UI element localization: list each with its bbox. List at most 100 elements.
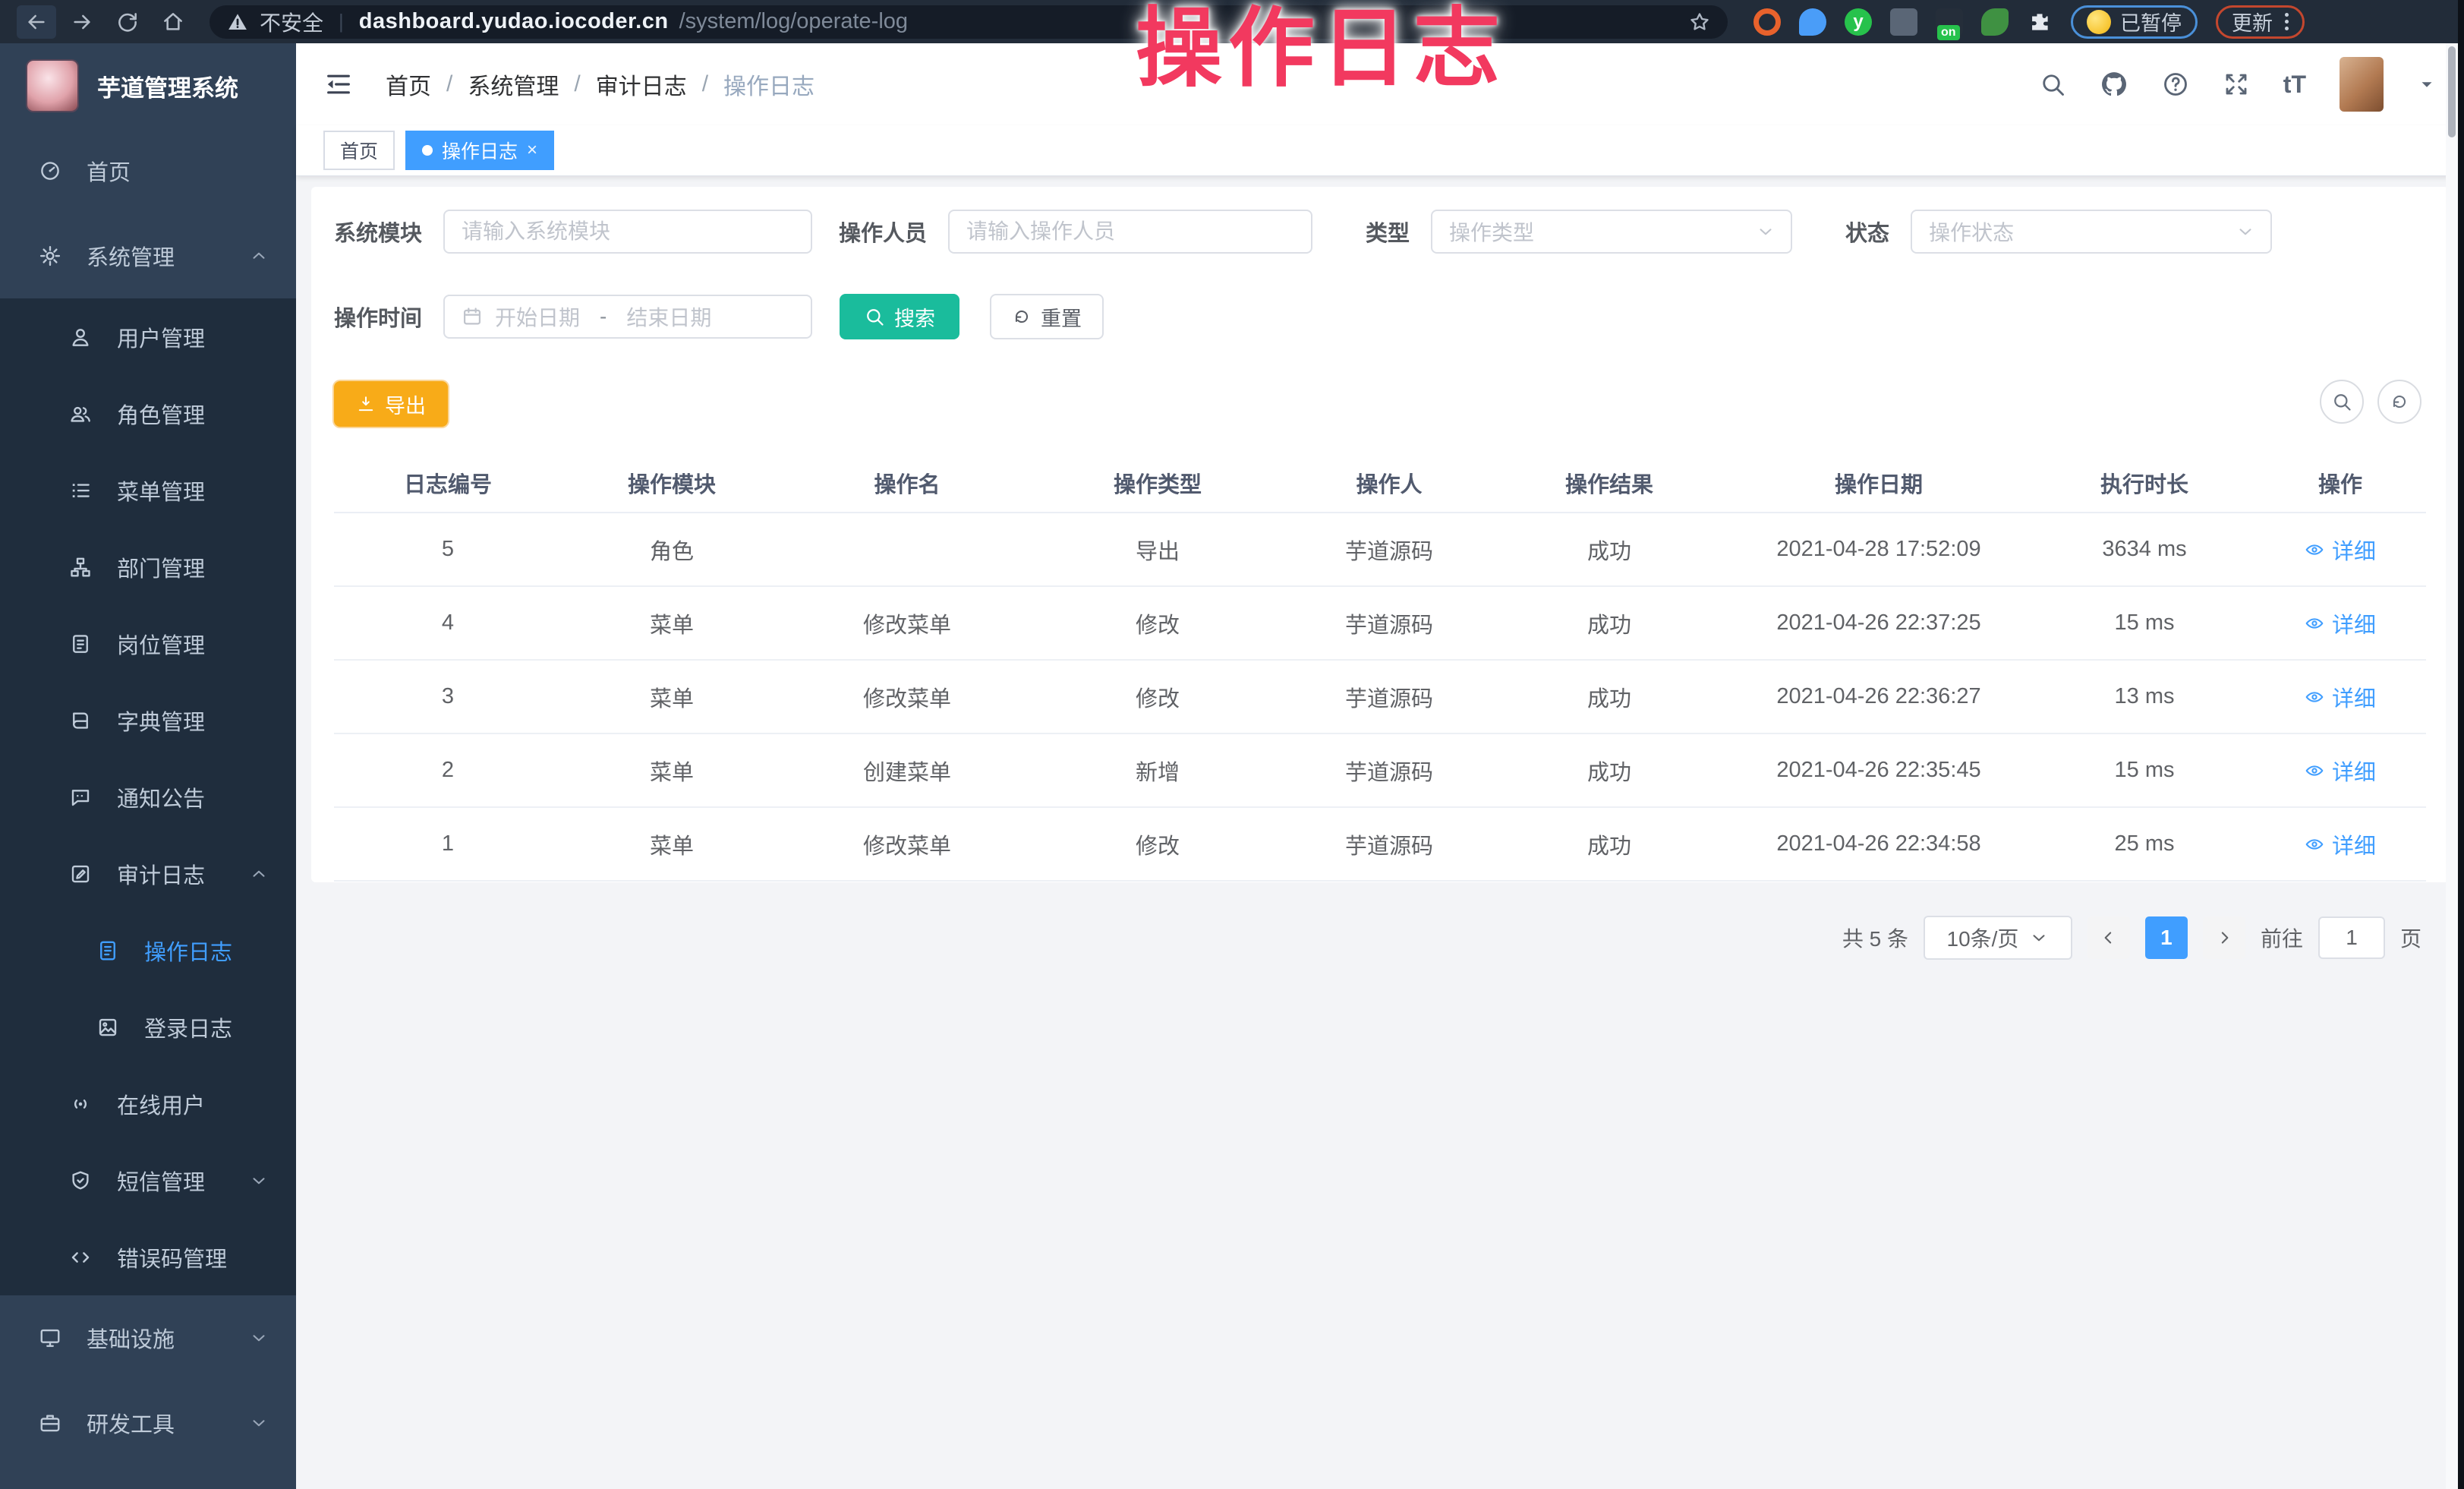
- export-button[interactable]: 导出: [334, 381, 448, 427]
- scrollbar-thumb[interactable]: [2448, 46, 2456, 137]
- operator-input[interactable]: [948, 210, 1312, 254]
- book-icon: [65, 709, 96, 732]
- prev-page-button[interactable]: [2087, 916, 2130, 959]
- search-button[interactable]: 搜索: [840, 294, 959, 339]
- pin-extension-icon[interactable]: [1799, 8, 1826, 36]
- not-secure-icon: [226, 11, 249, 33]
- module-input[interactable]: [443, 210, 812, 254]
- sidebar-item-dict-mgmt[interactable]: 字典管理: [0, 682, 296, 759]
- browser-back-button[interactable]: [17, 5, 56, 39]
- detail-link[interactable]: 详细: [2254, 607, 2426, 639]
- bookmark-star-icon[interactable]: [1688, 11, 1711, 33]
- sidebar-item-login-log[interactable]: 登录日志: [0, 989, 296, 1065]
- column-header: 执行时长: [2034, 467, 2254, 499]
- column-header: 操作: [2254, 467, 2426, 499]
- extensions-puzzle-icon[interactable]: [2027, 9, 2053, 35]
- active-dot-icon: [422, 145, 433, 156]
- sidebar-item-online-users[interactable]: 在线用户: [0, 1065, 296, 1142]
- edit-square-icon: [65, 863, 96, 885]
- browser-reload-button[interactable]: [108, 5, 147, 39]
- type-select[interactable]: 操作类型: [1431, 210, 1792, 254]
- status-select[interactable]: 操作状态: [1911, 210, 2272, 254]
- next-page-button[interactable]: [2203, 916, 2245, 959]
- paused-label: 已暂停: [2120, 7, 2182, 36]
- gray-extension-icon[interactable]: [1890, 8, 1917, 36]
- breadcrumb-audit[interactable]: 审计日志: [596, 68, 687, 101]
- app-title: 芋道管理系统: [97, 69, 238, 103]
- github-icon[interactable]: [2100, 70, 2128, 99]
- user-avatar[interactable]: [2340, 57, 2384, 112]
- sidebar-item-system-mgmt[interactable]: 系统管理: [0, 213, 296, 298]
- reset-button[interactable]: 重置: [990, 294, 1104, 339]
- search-icon: [864, 306, 885, 327]
- sidebar-menu: 首页 系统管理 用户管理 角色管理 菜单管理: [0, 128, 296, 1465]
- paused-profile-chip[interactable]: 已暂停: [2071, 5, 2198, 39]
- sidebar-item-dev-tools[interactable]: 研发工具: [0, 1380, 296, 1465]
- system-submenu: 用户管理 角色管理 菜单管理 部门管理 岗位管理: [0, 298, 296, 1295]
- calendar-icon: [462, 306, 483, 327]
- column-header: 日志编号: [334, 467, 562, 499]
- sidebar-collapse-icon[interactable]: [323, 69, 354, 99]
- sidebar-item-role-mgmt[interactable]: 角色管理: [0, 375, 296, 452]
- goto-label: 前往: [2261, 923, 2303, 953]
- column-header: 操作日期: [1723, 467, 2034, 499]
- eye-icon: [2305, 614, 2324, 633]
- page-number-1[interactable]: 1: [2145, 916, 2188, 959]
- column-header: 操作结果: [1495, 467, 1723, 499]
- sidebar-item-post-mgmt[interactable]: 岗位管理: [0, 605, 296, 682]
- page-scrollbar[interactable]: [2446, 43, 2458, 1489]
- toggle-search-button[interactable]: [2320, 380, 2364, 424]
- sidebar-item-audit-log[interactable]: 审计日志: [0, 835, 296, 912]
- user-icon: [65, 326, 96, 349]
- column-header: 操作人: [1283, 467, 1495, 499]
- date-range-picker[interactable]: 开始日期 - 结束日期: [443, 295, 812, 339]
- search-icon[interactable]: [2039, 71, 2066, 98]
- fullscreen-icon[interactable]: [2223, 71, 2250, 98]
- breadcrumb-home[interactable]: 首页: [386, 68, 431, 101]
- sidebar-item-operate-log[interactable]: 操作日志: [0, 912, 296, 989]
- breadcrumb-system[interactable]: 系统管理: [468, 68, 559, 101]
- help-icon[interactable]: [2162, 71, 2189, 98]
- refresh-table-button[interactable]: [2377, 380, 2421, 424]
- chevron-down-icon: [249, 1171, 269, 1191]
- chevron-down-icon: [249, 1413, 269, 1433]
- detail-link[interactable]: 详细: [2254, 755, 2426, 787]
- column-header: 操作名: [782, 467, 1032, 499]
- sidebar-item-menu-mgmt[interactable]: 菜单管理: [0, 452, 296, 528]
- sidebar-item-error-code[interactable]: 错误码管理: [0, 1219, 296, 1295]
- font-size-icon[interactable]: tT: [2283, 71, 2306, 99]
- ring-extension-icon[interactable]: [1753, 8, 1781, 36]
- tab-home[interactable]: 首页: [323, 131, 395, 170]
- sidebar-item-user-mgmt[interactable]: 用户管理: [0, 298, 296, 375]
- detail-link[interactable]: 详细: [2254, 534, 2426, 566]
- switch-extension-icon[interactable]: on: [1936, 8, 1963, 36]
- tab-operate-log[interactable]: 操作日志 ×: [405, 131, 554, 170]
- column-header: 操作模块: [562, 467, 782, 499]
- column-header: 操作类型: [1032, 467, 1283, 499]
- goto-page-input[interactable]: [2318, 916, 2385, 959]
- page-size-select[interactable]: 10条/页: [1924, 916, 2072, 960]
- app-logo-row[interactable]: 芋道管理系统: [0, 43, 296, 128]
- online-signal-icon: [65, 1093, 96, 1115]
- eye-icon: [2305, 761, 2324, 781]
- sidebar-item-sms-mgmt[interactable]: 短信管理: [0, 1142, 296, 1219]
- detail-link[interactable]: 详细: [2254, 681, 2426, 713]
- browser-home-button[interactable]: [153, 5, 193, 39]
- briefcase-icon: [35, 1412, 65, 1434]
- avatar-caret-icon[interactable]: [2417, 74, 2437, 94]
- y-extension-icon[interactable]: y: [1845, 8, 1872, 36]
- leaf-extension-icon[interactable]: [1981, 8, 2009, 36]
- sidebar-item-notice[interactable]: 通知公告: [0, 759, 296, 835]
- tags-view-bar: 首页 操作日志 ×: [296, 125, 2464, 176]
- close-tab-icon[interactable]: ×: [527, 140, 537, 161]
- browser-forward-button[interactable]: [62, 5, 102, 39]
- sidebar-item-infrastructure[interactable]: 基础设施: [0, 1295, 296, 1380]
- gear-icon: [35, 244, 65, 267]
- detail-link[interactable]: 详细: [2254, 828, 2426, 860]
- page-unit-label: 页: [2400, 923, 2421, 953]
- browser-update-chip[interactable]: 更新: [2216, 5, 2305, 39]
- sidebar-item-dept-mgmt[interactable]: 部门管理: [0, 528, 296, 605]
- browser-menu-icon[interactable]: [2285, 10, 2289, 33]
- sidebar-item-home[interactable]: 首页: [0, 128, 296, 213]
- not-secure-label[interactable]: 不安全: [260, 7, 323, 37]
